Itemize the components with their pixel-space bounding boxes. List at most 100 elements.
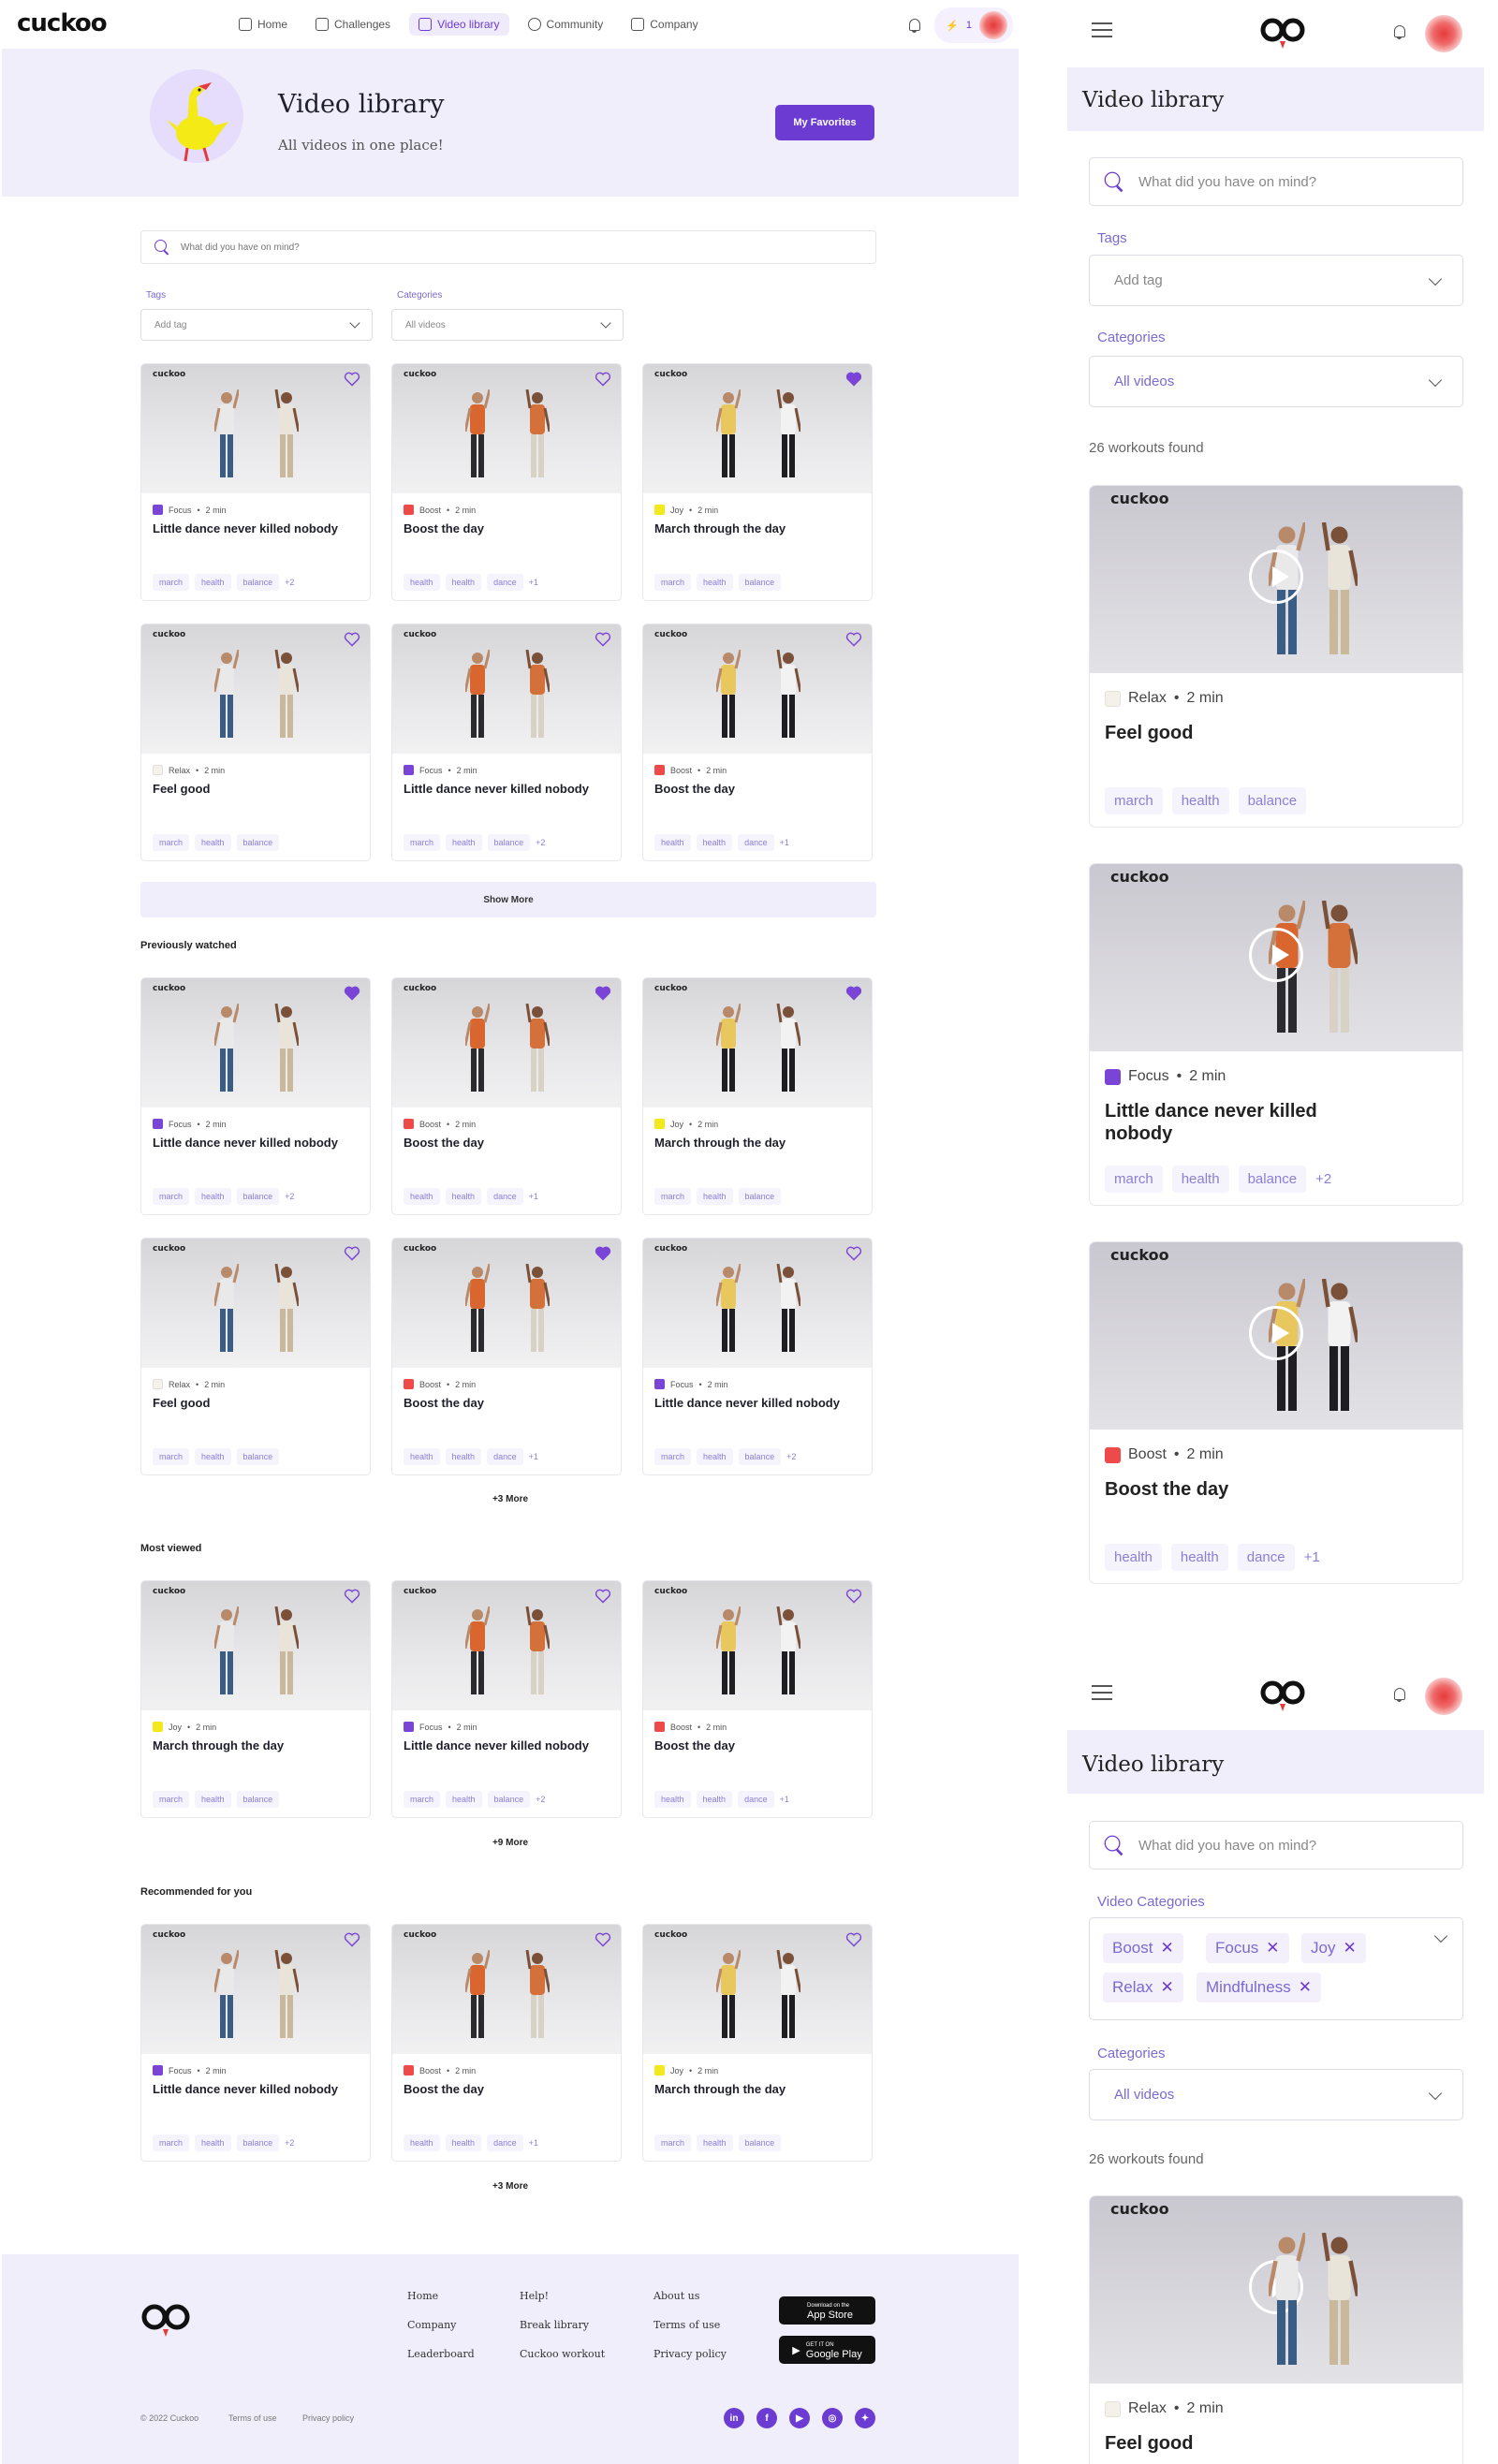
tag-chip[interactable]: health [1171, 787, 1229, 814]
heart-filled-icon[interactable] [595, 1246, 611, 1261]
footer-logo[interactable] [140, 2303, 193, 2342]
heart-icon[interactable] [595, 632, 611, 647]
tag-chip[interactable]: march [153, 1448, 190, 1465]
footer-link[interactable]: Terms of use [654, 2319, 720, 2331]
footer-link[interactable]: Cuckoo workout [520, 2348, 605, 2360]
tag-chip[interactable]: dance [738, 1791, 774, 1808]
search-input[interactable] [181, 242, 836, 253]
footer-privacy-link[interactable]: Privacy policy [302, 2413, 354, 2423]
heart-icon[interactable] [344, 632, 360, 647]
play-icon[interactable] [1249, 1306, 1303, 1360]
tag-chip[interactable]: health [654, 834, 691, 851]
video-card[interactable]: cuckoo Boost • 2 min Boost the day health heal… [642, 623, 873, 861]
instagram-icon[interactable]: ◎ [822, 2408, 843, 2428]
tag-chip[interactable]: march [654, 574, 692, 591]
video-card[interactable]: cuckoo Joy • 2 min March through the day marc… [140, 1580, 371, 1818]
tag-chip[interactable]: balance [738, 574, 782, 591]
tag-chip[interactable]: health [1170, 1544, 1228, 1571]
heart-icon[interactable] [595, 1932, 611, 1947]
youtube-icon[interactable]: ▶ [789, 2408, 810, 2428]
nav-item-home[interactable]: Home [229, 13, 297, 36]
app-store-badge[interactable]: Download on the App Store [779, 2296, 875, 2325]
tag-chip[interactable]: balance [236, 1188, 280, 1205]
heart-icon[interactable] [595, 372, 611, 387]
tag-chip[interactable]: balance [738, 1188, 782, 1205]
tag-chip[interactable]: health [195, 2134, 231, 2151]
heart-icon[interactable] [845, 1932, 862, 1947]
close-icon[interactable]: ✕ [1299, 1978, 1312, 1996]
footer-link[interactable]: Home [407, 2290, 438, 2302]
tag-chip[interactable]: dance [487, 1448, 523, 1465]
close-icon[interactable]: ✕ [1160, 1978, 1173, 1996]
footer-terms-link[interactable]: Terms of use [228, 2413, 277, 2423]
bell-icon[interactable] [1391, 23, 1408, 40]
chevron-down-icon[interactable] [1433, 1929, 1448, 1943]
tag-chip[interactable]: health [404, 2134, 440, 2151]
tag-chip[interactable]: march [404, 1791, 441, 1808]
tag-chip[interactable]: health [697, 1448, 733, 1465]
tag-chip[interactable]: march [404, 834, 441, 851]
recommended-more-link[interactable]: +3 More [473, 2181, 548, 2192]
tag-chip[interactable]: health [654, 1791, 691, 1808]
tag-chip[interactable]: health [195, 1448, 231, 1465]
tag-chip[interactable]: balance [1238, 787, 1307, 814]
google-play-badge[interactable]: ▶ GET IT ON Google Play [779, 2336, 875, 2364]
tag-chip[interactable]: health [696, 1791, 733, 1808]
tag-chip[interactable]: balance [487, 834, 531, 851]
tag-chip[interactable]: health [697, 574, 733, 591]
heart-icon[interactable] [344, 1246, 360, 1261]
mobile-video-card[interactable]: cuckoo Relax • 2 min Feel good [1089, 2195, 1463, 2464]
tag-chip[interactable]: march [153, 1791, 190, 1808]
video-card[interactable]: cuckoo Focus • 2 min Little dance never kill… [391, 1580, 622, 1818]
play-icon[interactable] [1249, 550, 1303, 604]
heart-icon[interactable] [845, 1589, 862, 1604]
mobile-categories-select-2[interactable]: All videos [1089, 2069, 1463, 2120]
linkedin-icon[interactable]: in [724, 2408, 744, 2428]
heart-icon[interactable] [595, 1589, 611, 1604]
tag-chip[interactable]: march [153, 2134, 190, 2151]
tags-select[interactable]: Add tag [140, 309, 373, 341]
previously-watched-more-link[interactable]: +3 More [473, 1494, 548, 1504]
tag-chip[interactable]: health [195, 574, 231, 591]
footer-link[interactable]: Privacy policy [654, 2348, 727, 2360]
video-card[interactable]: cuckoo Boost • 2 min Boost the day health heal… [391, 977, 622, 1215]
mobile-logo[interactable] [1258, 1676, 1307, 1717]
tag-chip[interactable]: health [1171, 1166, 1229, 1193]
close-icon[interactable]: ✕ [1160, 1939, 1173, 1957]
nav-item-challenges[interactable]: Challenges [306, 13, 400, 36]
mobile-video-card[interactable]: cuckoo Boost • 2 min Boost the day health heal… [1089, 1241, 1463, 1584]
category-chip[interactable]: Joy ✕ [1301, 1933, 1366, 1963]
footer-link[interactable]: Break library [520, 2319, 589, 2331]
twitter-icon[interactable]: ✦ [855, 2408, 875, 2428]
video-card[interactable]: cuckoo Boost • 2 min Boost the day health heal… [391, 1924, 622, 2162]
mobile-video-card[interactable]: cuckoo Relax • 2 min Feel good march health bal… [1089, 485, 1463, 828]
tag-chip[interactable]: balance [236, 1448, 280, 1465]
tag-chip[interactable]: health [445, 2134, 482, 2151]
my-favorites-button[interactable]: My Favorites [775, 105, 874, 140]
bell-icon[interactable] [1391, 1686, 1408, 1703]
tag-chip[interactable]: health [1105, 1544, 1162, 1571]
avatar[interactable] [979, 11, 1007, 39]
tag-chip[interactable]: health [195, 1188, 231, 1205]
tag-chip[interactable]: balance [738, 1448, 782, 1465]
video-card[interactable]: cuckoo Focus • 2 min Little dance never kill… [140, 363, 371, 601]
nav-item-video-library[interactable]: Video library [409, 13, 509, 36]
video-categories-chip-field[interactable]: Boost ✕ Focus ✕ Joy ✕ Relax ✕ Mindfulness ✕ [1089, 1917, 1463, 2020]
video-card[interactable]: cuckoo Boost • 2 min Boost the day health heal… [391, 1238, 622, 1475]
tag-chip[interactable]: dance [487, 1188, 523, 1205]
footer-link[interactable]: Help! [520, 2290, 549, 2302]
tag-chip[interactable]: health [404, 1188, 440, 1205]
tag-chip[interactable]: health [195, 1791, 231, 1808]
hamburger-menu-icon[interactable] [1092, 22, 1112, 37]
heart-filled-icon[interactable] [344, 986, 360, 1001]
mobile-categories-select-1[interactable]: All videos [1089, 356, 1463, 407]
hamburger-menu-icon[interactable] [1092, 1685, 1112, 1700]
tag-chip[interactable]: health [445, 574, 482, 591]
video-card[interactable]: cuckoo Focus • 2 min Little dance never kill… [140, 1924, 371, 2162]
video-card[interactable]: cuckoo Joy • 2 min March through the day marc… [642, 1924, 873, 2162]
tag-chip[interactable]: march [1105, 787, 1163, 814]
footer-link[interactable]: About us [654, 2290, 699, 2302]
close-icon[interactable]: ✕ [1266, 1939, 1279, 1957]
heart-icon[interactable] [344, 1589, 360, 1604]
footer-link[interactable]: Company [407, 2319, 456, 2331]
